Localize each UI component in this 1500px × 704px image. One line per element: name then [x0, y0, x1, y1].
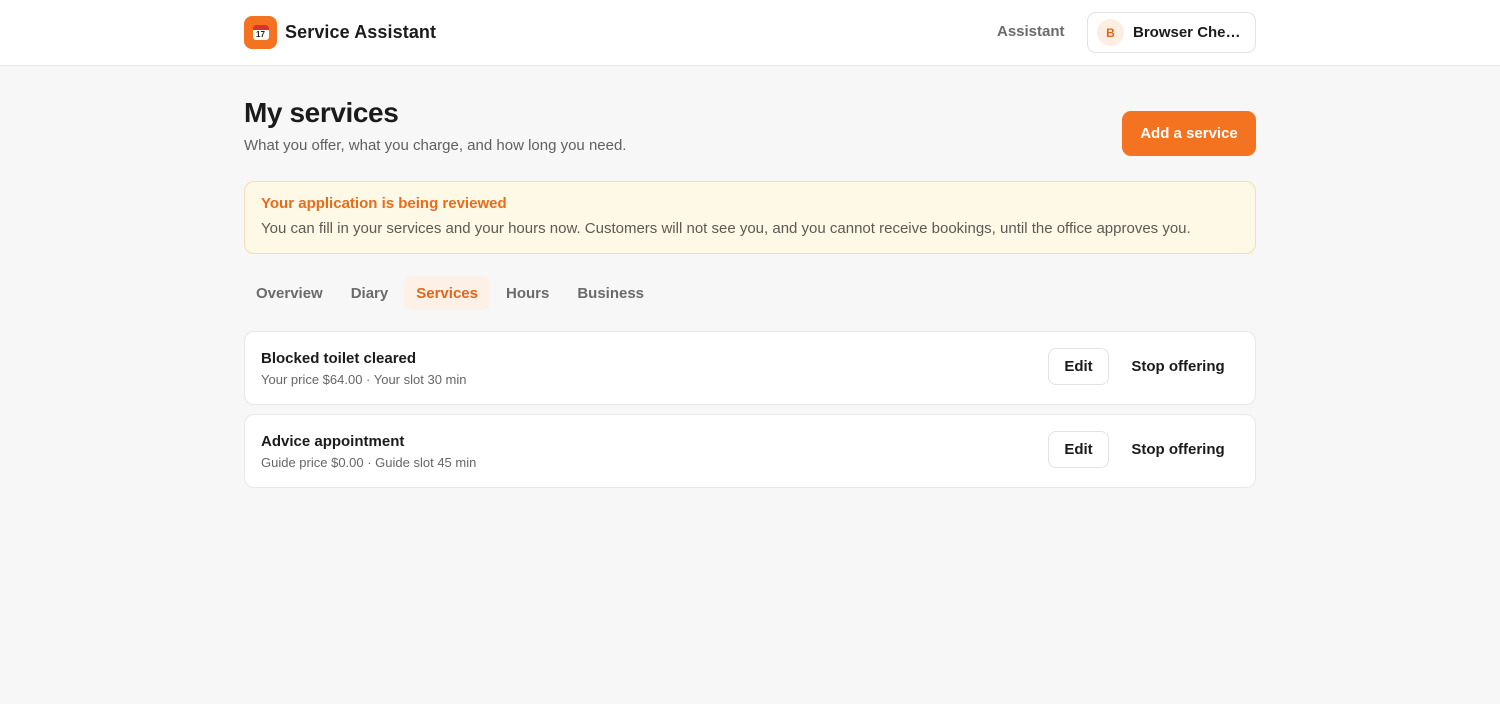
avatar: B [1097, 19, 1124, 46]
user-name: Browser Check… [1133, 24, 1247, 41]
brand[interactable]: Service Assistant [244, 16, 436, 49]
nav-link-assistant[interactable]: Assistant [997, 23, 1065, 40]
service-name: Advice appointment [261, 433, 405, 450]
stop-offering-button[interactable]: Stop offering [1121, 348, 1235, 385]
page-subtitle: What you offer, what you charge, and how… [244, 137, 627, 154]
service-name: Blocked toilet cleared [261, 350, 417, 367]
service-meta: Guide price $0.00 · Guide slot 45 min [261, 455, 477, 470]
tab-diary[interactable]: Diary [339, 276, 401, 310]
edit-button[interactable]: Edit [1048, 431, 1109, 468]
edit-button[interactable]: Edit [1048, 348, 1109, 385]
service-card: Advice appointment Guide price $0.00 · G… [244, 414, 1256, 488]
service-meta: Your price $64.00 · Your slot 30 min [261, 372, 467, 387]
tab-business[interactable]: Business [565, 276, 656, 310]
tab-bar: Overview Diary Services Hours Business [244, 276, 660, 310]
notice-title: Your application is being reviewed [261, 195, 507, 212]
app-name: Service Assistant [285, 22, 437, 42]
calendar-icon [244, 16, 277, 49]
stop-offering-button[interactable]: Stop offering [1121, 431, 1235, 468]
top-bar: Service Assistant Assistant B Browser Ch… [0, 0, 1500, 66]
notice-text: You can fill in your services and your h… [261, 220, 1191, 237]
review-notice: Your application is being reviewed You c… [244, 181, 1256, 254]
tab-hours[interactable]: Hours [494, 276, 561, 310]
add-service-button[interactable]: Add a service [1122, 111, 1256, 156]
tab-services[interactable]: Services [404, 276, 490, 310]
user-menu-button[interactable]: B Browser Check… [1087, 12, 1256, 53]
service-card: Blocked toilet cleared Your price $64.00… [244, 331, 1256, 405]
page-title: My services [244, 97, 399, 128]
tab-overview[interactable]: Overview [244, 276, 335, 310]
